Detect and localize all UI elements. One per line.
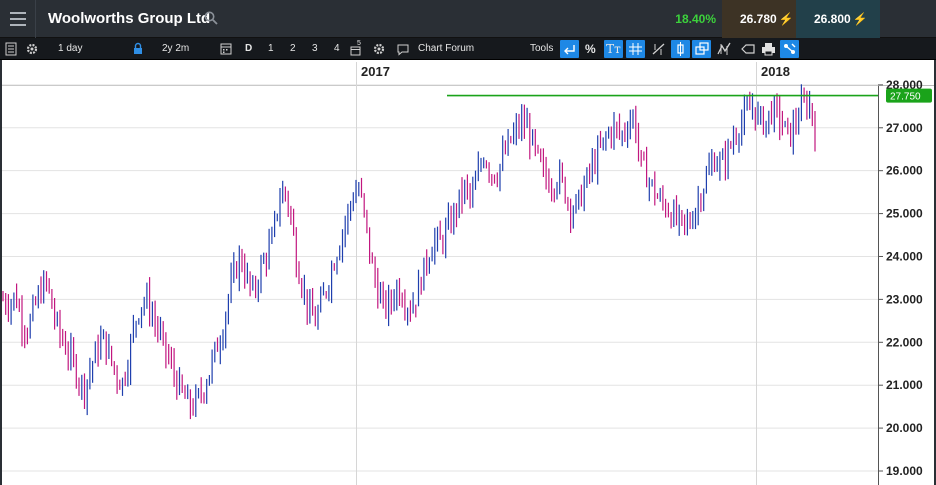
chart-canvas[interactable]: 28.00027.00026.00025.00024.00023.00022.0… [0, 60, 936, 485]
sell-price: 26.780 [740, 12, 777, 26]
period-button-2[interactable]: 2 [290, 40, 296, 58]
y-tick-label: 19.000 [886, 464, 923, 478]
y-tick-label: 20.000 [886, 421, 923, 435]
calendar-badge: 5 [357, 40, 361, 47]
text-tool[interactable]: Tт [604, 40, 623, 58]
tools-label: Tools [530, 43, 554, 54]
lock-icon[interactable] [132, 40, 144, 58]
chart-settings-gear-icon[interactable] [372, 40, 386, 58]
interval-select[interactable]: 1 day [58, 40, 82, 58]
price-tag: 27.750 [886, 88, 932, 103]
overlay-tool-icon[interactable] [692, 40, 711, 58]
period-button-4[interactable]: 4 [334, 40, 340, 58]
candlestick-tool-icon[interactable] [671, 40, 690, 58]
up-arrow-icon: ⚡ [852, 12, 868, 26]
share-tool-icon[interactable] [780, 40, 799, 58]
calendar-5-icon[interactable]: 5 [349, 40, 363, 58]
label-tag-icon[interactable] [738, 40, 757, 58]
notes-icon[interactable] [4, 40, 18, 58]
period-button-1[interactable]: 1 [268, 40, 274, 58]
print-icon[interactable] [759, 40, 778, 58]
y-tick-label: 21.000 [886, 378, 923, 392]
period-button-d[interactable]: D [245, 40, 252, 58]
y-tick-label: 22.000 [886, 335, 923, 349]
settings-gear-icon[interactable] [25, 40, 39, 58]
x-tick-label: 2018 [761, 64, 790, 79]
search-icon[interactable] [204, 11, 218, 25]
y-tick-label: 24.000 [886, 249, 923, 263]
sell-price-button[interactable]: 26.780 ⚡ [722, 0, 796, 38]
period-select[interactable]: 2y 2m [162, 40, 189, 58]
buy-price-button[interactable]: 26.800 ⚡ [796, 0, 880, 38]
draw-line-tool-icon[interactable] [649, 40, 668, 58]
percent-tool[interactable]: % [585, 40, 596, 58]
chat-bubble-icon[interactable] [396, 40, 410, 58]
price-tag-label: 27.750 [890, 92, 921, 103]
y-tick-label: 27.000 [886, 121, 923, 135]
y-tick-label: 23.000 [886, 292, 923, 306]
period-button-3[interactable]: 3 [312, 40, 318, 58]
menu-icon[interactable] [0, 0, 36, 38]
grid-tool-icon[interactable] [626, 40, 645, 58]
x-tick-label: 2017 [361, 64, 390, 79]
indicators-tool-icon[interactable] [715, 40, 734, 58]
chart-toolbar: 1 day 2y 2m D 1 2 3 4 5 Chart Forum Tool… [0, 38, 936, 60]
y-tick-label: 25.000 [886, 207, 923, 221]
y-tick-label: 26.000 [886, 164, 923, 178]
buy-price: 26.800 [814, 12, 851, 26]
back-arrow-tool-icon[interactable] [560, 40, 579, 58]
chart-forum-link[interactable]: Chart Forum [418, 40, 474, 58]
instrument-title: Woolworths Group Ltd [48, 10, 211, 27]
window-title-bar: Woolworths Group Ltd 18.40% 26.780 ⚡ 26.8… [0, 0, 936, 38]
price-chart[interactable]: 28.000 27.000 26.000 25.000 24.000 23.000 22.0… [0, 60, 936, 485]
calendar-icon[interactable] [219, 40, 233, 58]
change-percent: 18.40% [675, 12, 716, 26]
down-arrow-icon: ⚡ [778, 12, 794, 26]
